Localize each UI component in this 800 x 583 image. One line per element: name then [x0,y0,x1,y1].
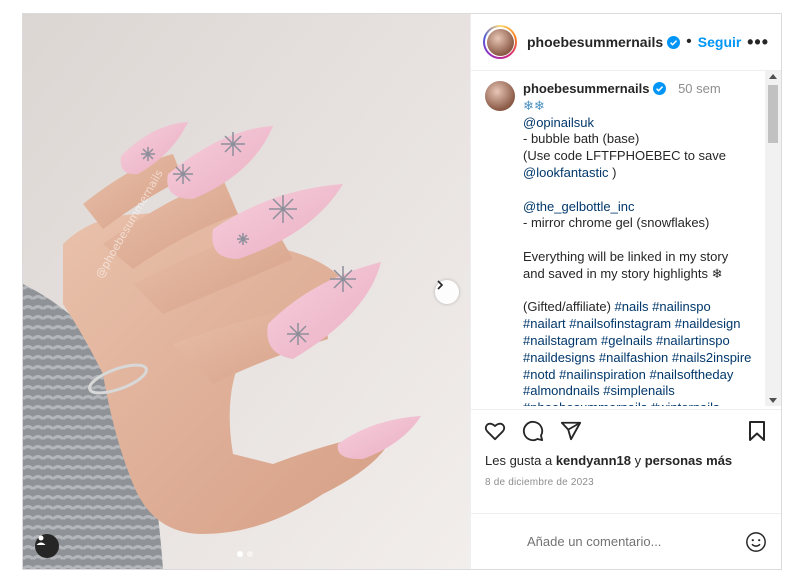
carousel-dot [237,551,243,557]
caption-line: and saved in my story highlights ❄ [523,265,723,281]
instagram-post: @phoebesummernails phoebesummernails • S… [22,13,782,570]
likes-middle: y [630,453,645,468]
carousel-indicator [237,551,253,557]
caption-line [523,283,765,300]
follow-button[interactable]: Seguir [698,34,742,50]
separator-dot: • [686,33,692,50]
caption-line: @the_gelbottle_inc [523,198,635,214]
post-username[interactable]: phoebesummernails [527,34,663,50]
emoji-icon[interactable] [745,531,767,553]
caption-line: (Use code LFTFPHOEBEC to save [523,148,727,164]
caption-username[interactable]: phoebesummernails [523,81,649,96]
post-date: 8 de diciembre de 2023 [485,477,594,488]
chevron-right-icon [437,280,444,290]
comment-button[interactable] [521,419,545,443]
comment-icon [522,420,544,441]
comment-form [471,513,781,569]
bookmark-icon [749,420,765,441]
caption: phoebesummernails 50 sem ❄❄ @opinailsuk - … [485,81,765,406]
verified-icon [653,82,667,95]
share-icon [560,421,582,440]
caption-line: #nailart #nailsofinstagram #naildesign [523,316,741,332]
likes-prefix: Les gusta a [485,453,556,468]
caption-avatar[interactable] [485,81,515,111]
caption-line: - mirror chrome gel (snowflakes) [523,215,710,231]
carousel-dot [247,551,253,557]
caption-line: #naildesigns #nailfashion #nails2inspire [523,349,752,365]
caption-line: (Gifted/affiliate) #nails #nailinspo [523,299,711,315]
caption-time: 50 sem [678,81,721,96]
likes-others-link[interactable]: personas más [645,453,732,468]
likes-user-link[interactable]: kendyann18 [556,453,631,468]
scroll-down-arrow[interactable] [769,398,777,403]
post-header: phoebesummernails • Seguir ••• [471,14,781,71]
share-button[interactable] [559,419,583,443]
avatar[interactable] [483,25,517,59]
caption-line [523,232,765,249]
save-button[interactable] [745,419,769,443]
more-options-button[interactable]: ••• [747,32,769,53]
scrollbar-thumb[interactable] [768,85,778,143]
post-side-panel: phoebesummernails • Seguir ••• phoebesum… [470,14,781,569]
caption-line: #almondnails #simplenails [523,383,675,399]
caption-line: Everything will be linked in my story [523,248,729,264]
verified-icon [667,35,681,49]
scrollbar[interactable] [765,71,781,406]
likes-text: Les gusta a kendyann18 y personas más [471,453,781,468]
carousel-next-button[interactable] [435,280,459,304]
caption-line: #notd #nailinspiration #nailsoftheday [523,366,734,382]
action-bar [471,409,781,451]
caption-text: ❄❄ @opinailsuk - bubble bath (base) (Use co… [523,98,765,406]
caption-line: @lookfantastic ) [523,164,617,180]
caption-line: ❄❄ [523,97,545,113]
user-tag-button[interactable] [35,534,59,558]
comments-area[interactable]: phoebesummernails 50 sem ❄❄ @opinailsuk - … [471,71,781,406]
caption-line: #phoebesummernails #winternails [523,400,765,406]
caption-line: - bubble bath (base) [523,131,640,147]
caption-line [523,182,765,199]
post-media[interactable]: @phoebesummernails [23,14,470,569]
like-button[interactable] [483,419,507,443]
user-tag-icon [36,535,46,545]
nail-photo [23,14,470,569]
scroll-up-arrow[interactable] [769,74,777,79]
heart-icon [484,422,506,440]
comment-input[interactable] [527,534,745,549]
caption-line: @opinailsuk [523,114,595,130]
caption-line: #nailstagram #gelnails #nailartinspo [523,332,730,348]
